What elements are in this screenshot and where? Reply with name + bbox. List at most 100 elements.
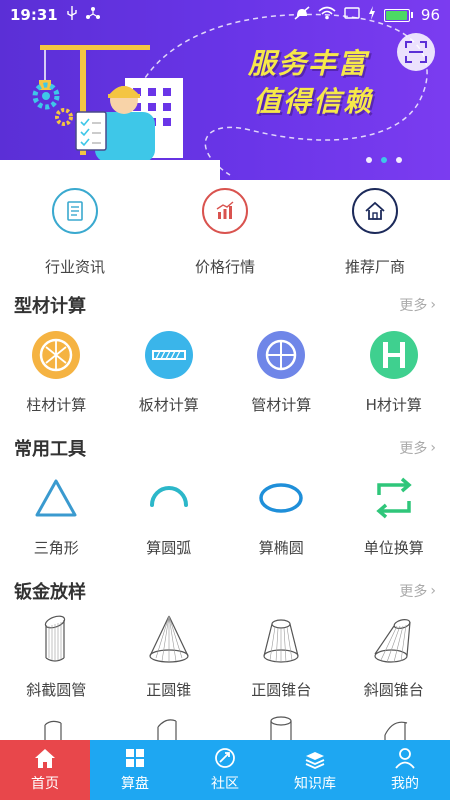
tool-label: H材计算	[365, 396, 422, 414]
h-beam-icon	[369, 330, 419, 380]
banner-carousel[interactable]: 19:31 96 服务丰富 值得信赖	[0, 0, 450, 180]
tool-label: 单位换算	[363, 539, 424, 557]
section-title: 型材计算	[14, 296, 86, 317]
share-network-icon	[85, 6, 100, 24]
chevron-right-icon: ›	[430, 297, 436, 313]
plate-material-icon	[144, 330, 194, 380]
more-link[interactable]: 更多 ›	[399, 295, 436, 315]
quick-nav-label: 行业资讯	[44, 258, 105, 276]
section-profile-calc: 型材计算 更多 ›	[0, 290, 450, 320]
tab-label: 算盘	[121, 776, 149, 792]
battery-icon	[383, 8, 413, 22]
scan-button[interactable]	[397, 33, 435, 71]
section-common-tools: 常用工具 更多 ›	[0, 433, 450, 463]
pipe-material-icon	[256, 330, 306, 380]
cone-icon	[144, 615, 194, 665]
slogan-line-1: 服务丰富	[247, 47, 368, 80]
ellipse-icon	[256, 473, 306, 523]
sheet-metal-grid: 斜截圆管 正圆锥 正圆锥台 斜圆锥台	[0, 615, 450, 700]
triangle-icon	[31, 473, 81, 523]
chevron-right-icon: ›	[430, 440, 436, 456]
tool-label: 算椭圆	[258, 539, 304, 557]
quick-nav-label: 推荐厂商	[344, 258, 405, 276]
more-link[interactable]: 更多 ›	[399, 581, 436, 601]
wifi-icon	[318, 6, 336, 24]
screen-icon	[344, 6, 360, 24]
tool-frustum[interactable]: 正圆锥台	[225, 615, 338, 700]
tab-knowledge-base[interactable]: 知识库	[270, 740, 360, 800]
tool-oblique-pipe[interactable]: 斜截圆管	[0, 615, 113, 700]
tab-abacus[interactable]: 算盘	[90, 740, 180, 800]
oblique-pipe-icon	[31, 615, 81, 665]
profile-calc-grid: 柱材计算 板材计算 管材计算 H材计算	[0, 330, 450, 415]
arc-icon	[144, 473, 194, 523]
column-material-icon	[31, 330, 81, 380]
tool-column-calc[interactable]: 柱材计算	[0, 330, 113, 415]
tool-plate-calc[interactable]: 板材计算	[113, 330, 226, 415]
tool-label: 柱材计算	[26, 396, 87, 414]
status-time: 19:31	[10, 6, 58, 24]
screen: 19:31 96 服务丰富 值得信赖 行业资讯 价格行情 推荐厂商 型材计算 更…	[0, 0, 450, 800]
frustum-icon	[256, 615, 306, 665]
quick-nav: 行业资讯 价格行情 推荐厂商	[0, 188, 450, 278]
tool-label: 斜圆锥台	[363, 681, 424, 699]
section-sheet-metal: 钣金放样 更多 ›	[0, 576, 450, 606]
grid-icon	[126, 749, 144, 767]
section-title: 常用工具	[14, 439, 86, 460]
tool-triangle[interactable]: 三角形	[0, 473, 113, 558]
slogan-line-2: 值得信赖	[252, 85, 373, 118]
house-icon	[352, 188, 398, 234]
tool-label: 三角形	[33, 539, 79, 557]
tab-label: 社区	[211, 776, 239, 792]
tool-unit-convert[interactable]: 单位换算	[338, 473, 450, 558]
tool-label: 板材计算	[138, 396, 199, 414]
tab-community[interactable]: 社区	[180, 740, 270, 800]
tool-pipe-calc[interactable]: 管材计算	[225, 330, 338, 415]
status-bar: 19:31 96	[0, 0, 450, 30]
usb-icon	[66, 6, 78, 24]
tool-arc[interactable]: 算圆弧	[113, 473, 226, 558]
tool-oblique-frustum[interactable]: 斜圆锥台	[338, 615, 450, 700]
oblique-frustum-icon	[369, 615, 419, 665]
tool-h-beam-calc[interactable]: H材计算	[338, 330, 450, 415]
mute-icon	[294, 6, 310, 24]
unit-convert-icon	[369, 473, 419, 523]
books-icon	[305, 752, 325, 769]
more-label: 更多	[399, 584, 428, 600]
battery-level: 96	[420, 6, 440, 24]
charging-icon	[368, 6, 376, 24]
tool-label: 算圆弧	[146, 539, 192, 557]
more-label: 更多	[399, 298, 428, 314]
scan-icon	[405, 41, 427, 63]
chevron-right-icon: ›	[430, 583, 436, 599]
more-link[interactable]: 更多 ›	[399, 438, 436, 458]
price-chart-icon	[202, 188, 248, 234]
tool-label: 正圆锥	[146, 681, 192, 699]
tool-label: 正圆锥台	[251, 681, 312, 699]
carousel-indicator[interactable]	[366, 157, 402, 163]
quick-nav-price-trend[interactable]: 价格行情	[150, 188, 300, 278]
community-icon	[215, 748, 235, 768]
carousel-dot[interactable]	[366, 157, 372, 163]
tab-mine[interactable]: 我的	[360, 740, 450, 800]
more-label: 更多	[399, 441, 428, 457]
news-icon	[52, 188, 98, 234]
banner-slogan: 服务丰富 值得信赖	[218, 45, 398, 121]
tab-home[interactable]: 首页	[0, 740, 90, 800]
quick-nav-industry-news[interactable]: 行业资讯	[0, 188, 150, 278]
tab-label: 首页	[31, 776, 59, 792]
tool-ellipse[interactable]: 算椭圆	[225, 473, 338, 558]
bottom-tab-bar: 首页 算盘 社区 知识库 我的	[0, 740, 450, 800]
tab-label: 我的	[391, 776, 419, 792]
carousel-dot[interactable]	[396, 157, 402, 163]
user-icon	[395, 748, 415, 769]
tool-label: 斜截圆管	[26, 681, 87, 699]
quick-nav-recommended-vendors[interactable]: 推荐厂商	[300, 188, 450, 278]
section-title: 钣金放样	[14, 582, 86, 603]
tab-label: 知识库	[294, 776, 336, 792]
common-tools-grid: 三角形 算圆弧 算椭圆 单位换算	[0, 473, 450, 558]
carousel-dot[interactable]	[381, 157, 387, 163]
tool-cone[interactable]: 正圆锥	[113, 615, 226, 700]
home-icon	[35, 749, 55, 768]
quick-nav-label: 价格行情	[194, 258, 255, 276]
